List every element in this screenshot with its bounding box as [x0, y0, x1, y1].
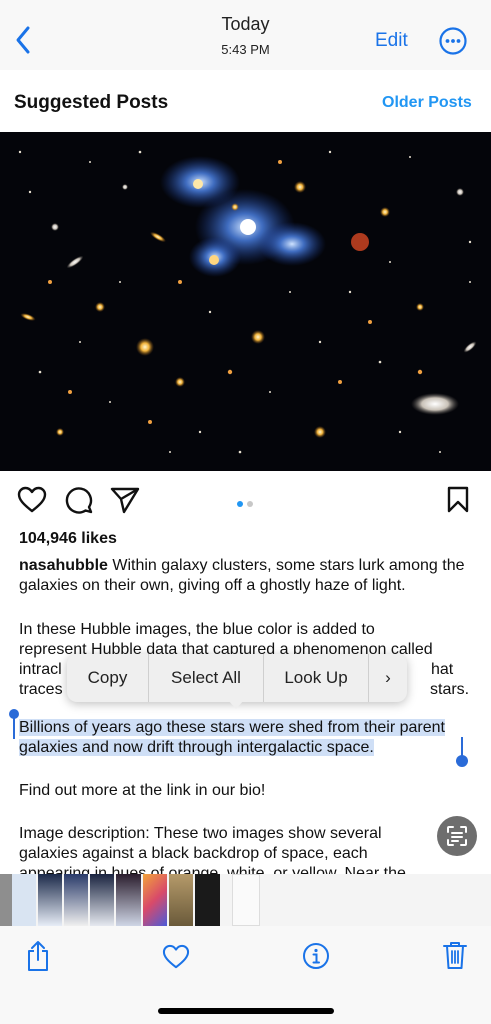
more-button[interactable]: [438, 26, 468, 56]
caption-fragment: stars.: [430, 681, 470, 698]
selection-start-handle[interactable]: [9, 709, 19, 739]
info-button[interactable]: [302, 942, 330, 975]
nav-subtitle: 5:43 PM: [221, 42, 270, 57]
thumbnail[interactable]: [38, 874, 62, 926]
thumbnail-current[interactable]: [232, 874, 260, 926]
thumbnail[interactable]: [169, 874, 193, 926]
caption-paragraph-4: Find out more at the link in our bio!: [19, 782, 266, 799]
carousel-page-indicator: [237, 494, 257, 512]
heart-icon: [17, 486, 47, 513]
share-post-button[interactable]: [110, 486, 140, 519]
home-indicator: [158, 1008, 334, 1014]
favorite-button[interactable]: [162, 944, 190, 975]
live-text-icon: [447, 826, 467, 846]
thumbnail[interactable]: [116, 874, 141, 926]
thumbnail[interactable]: [64, 874, 88, 926]
like-button[interactable]: [17, 486, 47, 519]
selection-end-handle[interactable]: [455, 737, 469, 769]
thumbnail[interactable]: [90, 874, 114, 926]
trash-icon: [443, 942, 467, 969]
context-menu-pointer: [228, 700, 244, 709]
caption-fragment: traces: [19, 681, 63, 698]
page-dot-active: [237, 501, 243, 507]
ellipsis-circle-icon: [439, 27, 467, 55]
thumbnail[interactable]: [12, 874, 36, 926]
page-dot: [247, 501, 253, 507]
save-post-button[interactable]: [446, 486, 470, 519]
thumbnail[interactable]: [143, 874, 167, 926]
suggested-posts-heading: Suggested Posts: [14, 92, 169, 113]
bookmark-icon: [447, 486, 469, 513]
post-image[interactable]: [0, 132, 491, 471]
caption-paragraph-1: nasahubble Within galaxy clusters, some …: [19, 556, 479, 596]
top-nav-bar: [0, 0, 491, 71]
older-posts-link[interactable]: Older Posts: [382, 94, 472, 112]
caption-line: In these Hubble images, the blue color i…: [19, 621, 375, 638]
selected-text[interactable]: Billions of years ago these stars were s…: [19, 719, 445, 756]
comment-icon: [65, 487, 93, 514]
look-up-menu-item[interactable]: Look Up: [264, 654, 369, 702]
more-menu-arrow[interactable]: ›: [369, 654, 407, 702]
heart-outline-icon: [162, 944, 190, 969]
delete-button[interactable]: [442, 940, 468, 975]
caption-fragment: intracl: [19, 661, 62, 678]
text-context-menu: Copy Select All Look Up ›: [67, 654, 407, 702]
edit-button[interactable]: Edit: [375, 30, 408, 52]
comment-button[interactable]: [64, 486, 94, 519]
thumbnail[interactable]: [0, 874, 12, 926]
share-icon: [28, 941, 48, 971]
info-icon: [303, 943, 329, 969]
select-all-menu-item[interactable]: Select All: [149, 654, 264, 702]
post-username: nasahubble: [19, 557, 108, 574]
thumbnail[interactable]: [195, 874, 220, 926]
caption-fragment: hat: [431, 661, 454, 678]
likes-count: 104,946 likes: [19, 530, 117, 547]
live-text-button[interactable]: [437, 816, 477, 856]
paper-plane-icon: [110, 487, 140, 514]
thumbnail-strip[interactable]: [0, 874, 491, 926]
share-button[interactable]: [25, 940, 51, 977]
nav-title: Today: [221, 14, 270, 34]
caption-paragraph-selected[interactable]: Billions of years ago these stars were s…: [19, 718, 479, 758]
galaxy-image: [0, 132, 491, 471]
copy-menu-item[interactable]: Copy: [67, 654, 149, 702]
